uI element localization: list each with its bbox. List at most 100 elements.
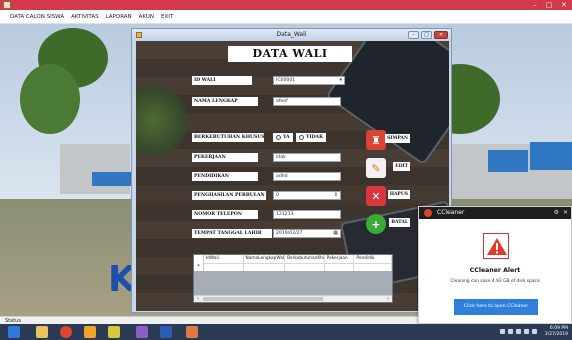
main-menubar: DATA CALON SISWA AKTIVITAS LAPORAN AKUN … bbox=[0, 10, 572, 24]
pencil-icon: ✎ bbox=[366, 158, 386, 178]
grid-corner bbox=[194, 255, 204, 263]
table-cell[interactable] bbox=[285, 263, 325, 271]
main-window-titlebar: – □ ✕ bbox=[0, 0, 572, 10]
label-pendidikan: PENDIDIKAN bbox=[192, 172, 258, 181]
form-maximize-icon[interactable]: □ bbox=[421, 31, 432, 39]
radio-ya-label: YA bbox=[283, 135, 290, 140]
grid-col-berkebutuhan[interactable]: BerkebutuhanKhus bbox=[285, 255, 325, 263]
file-explorer-icon[interactable] bbox=[36, 326, 48, 338]
grid-header: IdWali NamaLengkapWali BerkebutuhanKhus … bbox=[194, 255, 392, 263]
app-icon[interactable] bbox=[186, 326, 198, 338]
background-roof bbox=[488, 150, 528, 172]
batal-label: BATAL bbox=[389, 218, 410, 227]
minimize-icon[interactable]: – bbox=[528, 0, 542, 10]
penghasilan-stepper[interactable]: 0 ⇕ bbox=[273, 191, 341, 200]
edit-label: EDIT bbox=[393, 162, 410, 171]
background-roof bbox=[92, 172, 132, 186]
menu-exit[interactable]: EXIT bbox=[161, 14, 173, 20]
nomor-telepon-input[interactable]: 121213 bbox=[273, 210, 341, 219]
toast-app-name: CCleaner bbox=[437, 209, 465, 216]
form-close-icon[interactable]: ✕ bbox=[434, 31, 448, 39]
label-tempat-tanggal-lahir: TEMPAT TANGGAL LAHIR bbox=[192, 229, 272, 238]
toast-message: Cleaning can save 4.93 GB of disk space bbox=[450, 279, 540, 284]
menu-aktivitas[interactable]: AKTIVITAS bbox=[71, 14, 99, 20]
radio-tidak[interactable]: TIDAK bbox=[296, 133, 327, 142]
form-heading: DATA WALI bbox=[228, 46, 352, 62]
form-body: DATA WALI ID WALI NAMA LENGKAP BERKEBUTU… bbox=[136, 41, 449, 311]
grid-horizontal-scrollbar[interactable]: ‹ › bbox=[194, 295, 392, 302]
app-icon[interactable] bbox=[84, 326, 96, 338]
grid-col-pekerjaan[interactable]: Pekerjaan bbox=[325, 255, 355, 263]
pekerjaan-input[interactable]: ldak bbox=[273, 153, 341, 162]
background-tree bbox=[20, 64, 80, 134]
table-cell[interactable] bbox=[243, 263, 286, 271]
hapus-label: HAPUS bbox=[387, 190, 410, 199]
label-nomor-telepon: NOMOR TELEPON bbox=[192, 210, 258, 219]
grid-col-pendidikan[interactable]: Pendidik bbox=[354, 255, 392, 263]
grid-col-idwali[interactable]: IdWali bbox=[204, 255, 244, 263]
scroll-right-icon[interactable]: › bbox=[384, 296, 392, 302]
form-window-title: Data_Wali bbox=[276, 31, 307, 38]
radio-ya[interactable]: YA bbox=[273, 133, 293, 142]
menu-laporan[interactable]: LAPORAN bbox=[106, 14, 132, 20]
ccleaner-logo-icon bbox=[424, 209, 432, 217]
ccleaner-toast[interactable]: CCleaner ⚙ ✕ CCleaner Alert Cleaning can… bbox=[418, 206, 572, 324]
radio-tidak-label: TIDAK bbox=[306, 135, 324, 140]
close-icon[interactable]: ✕ bbox=[557, 0, 571, 10]
table-cell[interactable] bbox=[354, 263, 392, 271]
label-penghasilan-perbulan: PENGHASILAN PERBULAN bbox=[192, 191, 266, 200]
toast-title: CCleaner Alert bbox=[469, 267, 521, 274]
id-wali-value: IC00001 bbox=[276, 78, 296, 83]
calendar-icon[interactable]: ▦ bbox=[333, 230, 338, 237]
toast-header: CCleaner ⚙ ✕ bbox=[419, 207, 571, 219]
batal-button[interactable]: + BATAL bbox=[366, 213, 410, 235]
delete-x-icon: ✕ bbox=[366, 186, 386, 206]
chrome-icon[interactable] bbox=[60, 326, 72, 338]
simpan-label: SIMPAN bbox=[385, 134, 410, 143]
grid-col-namalengkap[interactable]: NamaLengkapWali bbox=[244, 255, 286, 263]
plus-icon: + bbox=[366, 214, 386, 234]
app-icon bbox=[3, 1, 11, 9]
radio-ya-dot[interactable] bbox=[276, 135, 281, 140]
pendidikan-input[interactable]: adhd bbox=[273, 172, 341, 181]
taskbar: 6:09 PM 2/27/2019 bbox=[0, 324, 572, 340]
chevron-down-icon[interactable]: ▾ bbox=[339, 77, 342, 84]
network-icon[interactable] bbox=[516, 329, 521, 334]
hapus-button[interactable]: ✕ HAPUS bbox=[366, 185, 410, 207]
wali-data-grid[interactable]: IdWali NamaLengkapWali BerkebutuhanKhus … bbox=[193, 254, 393, 303]
menu-akun[interactable]: AKUN bbox=[139, 14, 154, 20]
id-wali-combobox[interactable]: IC00001 ▾ bbox=[273, 76, 345, 85]
label-id-wali: ID WALI bbox=[192, 76, 252, 85]
volume-icon[interactable] bbox=[524, 329, 529, 334]
close-icon[interactable]: ✕ bbox=[563, 207, 568, 219]
table-cell[interactable] bbox=[324, 263, 355, 271]
stepper-arrows-icon[interactable]: ⇕ bbox=[334, 192, 338, 199]
simpan-button[interactable]: ♜ SIMPAN bbox=[366, 129, 410, 151]
save-icon: ♜ bbox=[366, 130, 386, 150]
nama-lengkap-input[interactable]: afeef bbox=[273, 97, 341, 106]
menu-data-calon-siswa[interactable]: DATA CALON SISWA bbox=[10, 14, 64, 20]
visual-studio-icon[interactable] bbox=[136, 326, 148, 338]
app-icon[interactable] bbox=[108, 326, 120, 338]
table-row[interactable]: * bbox=[194, 263, 392, 271]
data-wali-window: Data_Wali – □ ✕ DATA WALI ID WALI NAMA L… bbox=[131, 28, 452, 313]
radio-tidak-dot[interactable] bbox=[299, 135, 304, 140]
tanggal-lahir-datepicker[interactable]: 2019/02/27 ▦ bbox=[273, 229, 341, 238]
form-minimize-icon[interactable]: – bbox=[408, 31, 419, 39]
gear-icon[interactable]: ⚙ bbox=[554, 207, 559, 219]
scrollbar-thumb[interactable] bbox=[203, 297, 323, 301]
tray-icon[interactable] bbox=[500, 329, 505, 334]
open-ccleaner-button[interactable]: Click here to open CCleaner bbox=[454, 299, 538, 315]
edit-button[interactable]: ✎ EDIT bbox=[366, 157, 410, 179]
taskbar-clock[interactable]: 6:09 PM 2/27/2019 bbox=[545, 326, 568, 338]
tray-icon[interactable] bbox=[532, 329, 537, 334]
label-nama-lengkap: NAMA LENGKAP bbox=[192, 97, 258, 106]
tray-icon[interactable] bbox=[508, 329, 513, 334]
scroll-left-icon[interactable]: ‹ bbox=[194, 296, 202, 302]
form-titlebar: Data_Wali – □ ✕ bbox=[132, 29, 451, 41]
table-cell[interactable] bbox=[203, 263, 244, 271]
word-icon[interactable] bbox=[160, 326, 172, 338]
new-row-marker: * bbox=[194, 263, 204, 271]
maximize-icon[interactable]: □ bbox=[542, 0, 556, 10]
windows-start-icon[interactable] bbox=[8, 326, 20, 338]
